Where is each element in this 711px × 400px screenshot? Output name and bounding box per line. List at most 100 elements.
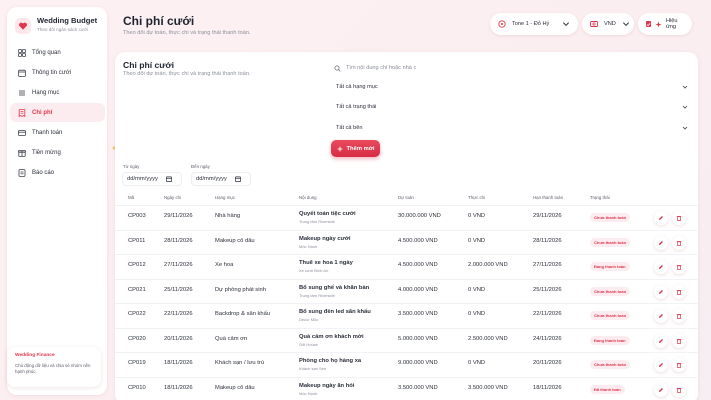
cell-estimate: 9.000.000 VND: [398, 360, 438, 366]
table-row[interactable]: CP003 29/11/2026 Nhà hàng Quyết toán tiệ…: [115, 205, 698, 230]
cell-subtitle: Mộc Hạnh: [299, 243, 318, 249]
table-row[interactable]: CP022 22/11/2026 Backdrop & sân khấu Bổ …: [115, 303, 698, 328]
sidebar-item-label: Thông tin cưới: [32, 69, 71, 76]
delete-button[interactable]: [672, 211, 686, 225]
delete-button[interactable]: [672, 235, 686, 250]
table-row[interactable]: CP019 18/11/2026 Khách sạn / lưu trú Phò…: [115, 352, 698, 377]
cell-code: CP020: [128, 335, 146, 342]
cell-title: Bổ sung ghế và khăn bàn: [299, 284, 370, 291]
to-date-input[interactable]: dd/mm/yyyy: [191, 172, 251, 186]
delete-button[interactable]: [672, 284, 686, 299]
pencil-icon: [659, 289, 663, 294]
delete-button[interactable]: [672, 260, 686, 274]
status-badge: Chưa thanh toán: [590, 286, 631, 296]
trash-icon: [676, 363, 682, 368]
sidebar-item-tong-quan[interactable]: Tổng quan: [10, 43, 105, 62]
category-filter-select[interactable]: Tất cả hạng mục: [331, 79, 693, 95]
add-expense-button[interactable]: Thêm mới: [331, 140, 380, 157]
edit-button[interactable]: [654, 235, 668, 250]
report-icon: [18, 168, 26, 177]
expenses-card: Chi phí cưới Theo dõi dự toán, thực chi …: [115, 52, 698, 400]
cell-date: 20/11/2026: [164, 335, 193, 342]
heart-logo-icon: [15, 18, 31, 34]
search-icon: [334, 64, 341, 72]
status-badge: Đang thanh toán: [590, 335, 630, 345]
column-header: Hạn thanh toán: [533, 195, 564, 200]
edit-button[interactable]: [654, 382, 668, 397]
from-date-input[interactable]: dd/mm/yyyy: [122, 172, 182, 186]
sidebar-item-hang-muc[interactable]: Hạng mục: [10, 83, 105, 102]
cell-subtitle: Xe cưới Bình An: [299, 268, 329, 273]
edit-button[interactable]: [654, 358, 668, 372]
edit-button[interactable]: [654, 260, 668, 274]
cell-code: CP011: [128, 237, 146, 244]
cell-date: 22/11/2026: [164, 311, 193, 317]
sidebar-item-tien-mung[interactable]: Tiền mừng: [10, 143, 105, 162]
trash-icon: [676, 265, 682, 270]
cell-estimate: 3.500.000 VND: [398, 384, 438, 391]
cell-title: Bổ sung đèn led sân khấu: [299, 309, 371, 315]
cell-estimate: 4.500.000 VND: [398, 262, 438, 268]
delete-button[interactable]: [672, 309, 686, 323]
table-row[interactable]: CP012 27/11/2026 Xe hoa Thuê xe hoa 1 ng…: [115, 254, 698, 279]
currency-icon: [590, 21, 598, 27]
edit-button[interactable]: [654, 309, 668, 323]
delete-button[interactable]: [672, 382, 686, 397]
pencil-icon: [659, 363, 663, 367]
pencil-icon: [659, 338, 663, 343]
status-badge: Chưa thanh toán: [590, 360, 631, 369]
cell-code: CP021: [128, 286, 146, 293]
cell-category: Nhà hàng: [215, 213, 241, 219]
delete-button[interactable]: [672, 358, 686, 372]
status-filter-select[interactable]: Tất cả trạng thái: [331, 99, 693, 115]
sidebar-item-label: Thanh toán: [32, 129, 63, 136]
table-row[interactable]: CP020 20/11/2026 Quà cảm ơn Quà cảm ơn k…: [115, 327, 698, 353]
edit-button[interactable]: [654, 284, 668, 299]
column-header: Thực chi: [468, 195, 486, 200]
effects-toggle[interactable]: Hiệu ứng: [638, 13, 692, 35]
cell-estimate: 30.000.000 VND: [398, 213, 441, 219]
party-filter-select[interactable]: Tất cả bên: [331, 120, 693, 136]
edit-button[interactable]: [654, 333, 668, 348]
search-input[interactable]: Tìm nội dung chi hoặc nhà c: [331, 60, 423, 76]
sidebar-item-label: Hạng mục: [32, 89, 60, 96]
checkbox-checked-icon: [646, 21, 651, 27]
cell-title: Makeup ngày cưới: [299, 235, 351, 242]
cell-due: 24/11/2026: [533, 335, 562, 342]
status-badge: Chưa thanh toán: [590, 311, 631, 320]
edit-button[interactable]: [654, 211, 668, 225]
cell-due: 28/11/2026: [533, 237, 562, 244]
cell-subtitle: Trung tâm Riverside: [299, 219, 335, 224]
table-row[interactable]: CP011 28/11/2026 Makeup cô dâu Makeup ng…: [115, 229, 698, 255]
card-title: Chi phí cưới: [123, 60, 175, 70]
table-row[interactable]: CP010 18/11/2026 Makeup cô dâu Makeup ng…: [115, 376, 698, 400]
cell-date: 27/11/2026: [164, 262, 193, 268]
sidebar-item-label: Tiền mừng: [32, 149, 61, 156]
sidebar-item-chi-phi[interactable]: Chi phí: [10, 103, 105, 122]
sidebar-item-label: Tổng quan: [32, 49, 61, 56]
status-filter-value: Tất cả trạng thái: [336, 104, 377, 110]
sidebar-item-bao-cao[interactable]: Báo cáo: [10, 163, 105, 182]
delete-button[interactable]: [672, 333, 686, 348]
promo-title: Wedding Finance: [15, 353, 55, 358]
chevron-down-icon: [682, 105, 688, 109]
column-header: Ngày chi: [164, 195, 182, 200]
table-header: Mã Ngày chi Hạng mục Nội dung Dự toán Th…: [115, 195, 698, 205]
sidebar-item-thanh-toan[interactable]: Thanh toán: [10, 123, 105, 142]
sparkle-icon: [655, 20, 662, 28]
calendar-icon: [165, 176, 172, 182]
pencil-icon: [659, 387, 663, 392]
search-placeholder: Tìm nội dung chi hoặc nhà c: [346, 65, 417, 71]
cell-date: 18/11/2026: [164, 360, 193, 366]
table-row[interactable]: CP021 25/11/2026 Dự phòng phát sinh Bổ s…: [115, 278, 698, 304]
theme-select[interactable]: Tone 1 - Đỏ Hỷ: [490, 13, 578, 35]
column-header: Mã: [128, 195, 135, 200]
cell-due: 20/11/2026: [533, 360, 562, 366]
from-date-placeholder: dd/mm/yyyy: [127, 176, 158, 182]
cell-code: CP003: [128, 213, 146, 219]
cell-category: Makeup cô dâu: [215, 237, 255, 244]
sidebar-item-thong-tin-cuoi[interactable]: Thông tin cưới: [10, 63, 105, 82]
page-title: Chi phí cưới: [123, 14, 195, 28]
pencil-icon: [659, 265, 663, 269]
currency-select[interactable]: VND: [582, 13, 634, 35]
